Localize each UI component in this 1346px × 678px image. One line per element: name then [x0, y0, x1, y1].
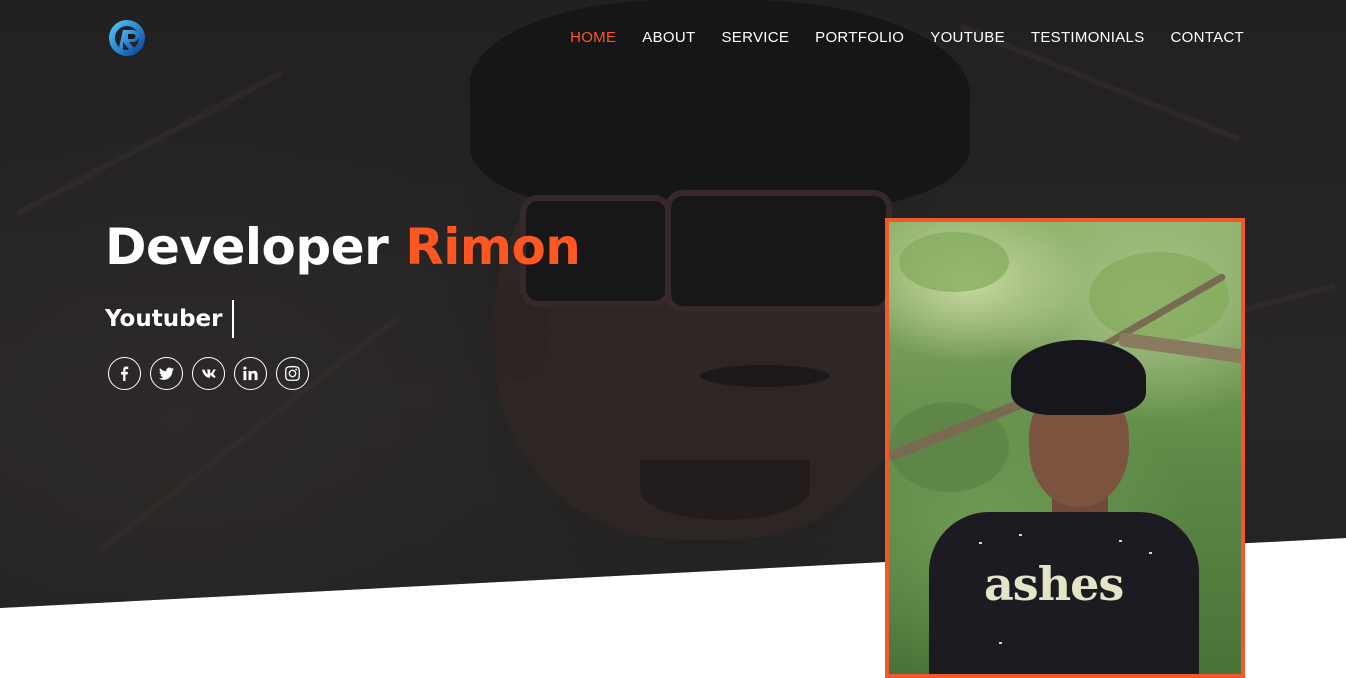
hero-title: Developer Rimon — [105, 218, 581, 276]
shirt-print — [979, 542, 982, 544]
facebook-link[interactable] — [108, 357, 141, 390]
nav-service[interactable]: SERVICE — [721, 29, 789, 46]
shirt-print — [1149, 552, 1152, 554]
shirt-print — [1119, 540, 1122, 542]
instagram-link[interactable] — [276, 357, 309, 390]
photo-foliage — [1089, 252, 1229, 342]
profile-photo: ashes — [885, 218, 1245, 678]
photo-hair — [1011, 340, 1146, 415]
facebook-icon — [121, 366, 129, 381]
typing-cursor — [231, 300, 234, 338]
twitter-icon — [159, 367, 174, 380]
nav-contact[interactable]: CONTACT — [1171, 29, 1244, 46]
shirt-print — [999, 642, 1002, 644]
hero-title-first: Developer — [105, 218, 389, 276]
nav-youtube[interactable]: YOUTUBE — [930, 29, 1005, 46]
vk-link[interactable] — [192, 357, 225, 390]
shirt-print — [1019, 534, 1022, 536]
nav-portfolio[interactable]: PORTFOLIO — [815, 29, 904, 46]
nav-testimonials[interactable]: TESTIMONIALS — [1031, 29, 1145, 46]
main-nav: HOME ABOUT SERVICE PORTFOLIO YOUTUBE TES… — [544, 29, 1244, 46]
linkedin-link[interactable] — [234, 357, 267, 390]
shirt-text: ashes — [984, 557, 1124, 611]
vk-icon — [202, 369, 216, 378]
photo-foliage — [899, 232, 1009, 292]
linkedin-icon — [243, 366, 258, 381]
nav-home[interactable]: HOME — [570, 29, 616, 46]
social-links — [108, 357, 309, 390]
typed-role: Youtuber — [105, 306, 223, 332]
instagram-icon — [285, 366, 300, 381]
logo-icon[interactable] — [109, 18, 149, 56]
hero-subtitle: Youtuber — [105, 300, 234, 338]
twitter-link[interactable] — [150, 357, 183, 390]
hero-title-accent: Rimon — [405, 218, 581, 276]
nav-about[interactable]: ABOUT — [642, 29, 695, 46]
